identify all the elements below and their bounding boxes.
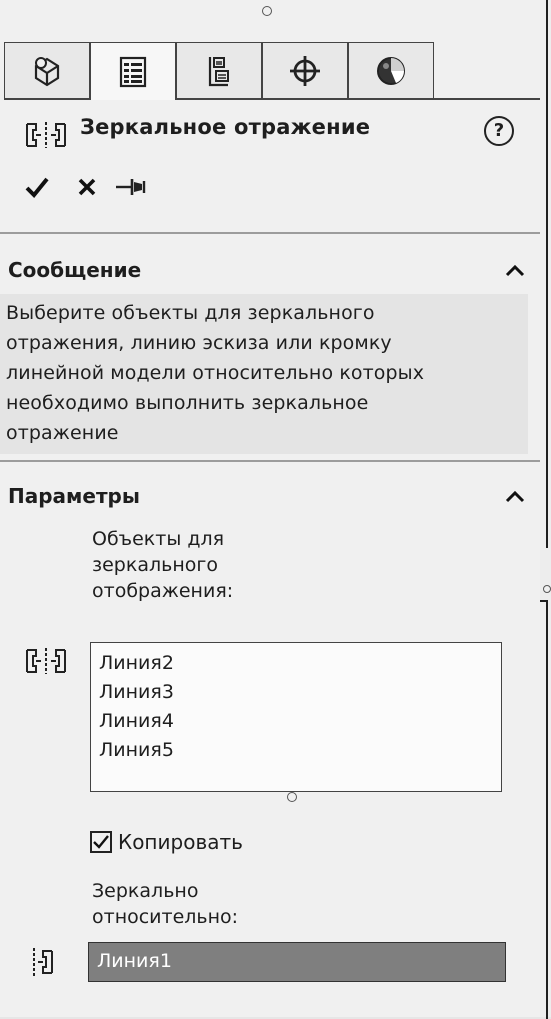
entities-label-line: зеркального [92, 554, 218, 576]
help-icon[interactable]: ? [484, 116, 514, 146]
tab-property-manager[interactable] [90, 42, 176, 100]
property-manager-panel: Зеркальное отражение ? Сообщение Выберит… [0, 0, 540, 1017]
mirror-about-label-line: относительно: [92, 906, 239, 928]
ok-checkmark-icon [25, 177, 49, 198]
configuration-manager-icon [208, 56, 229, 86]
list-item[interactable]: Линия5 [99, 736, 493, 765]
mirror-entities-icon [26, 122, 66, 148]
tab-feature-manager[interactable] [4, 42, 90, 98]
message-line: линейной модели относительно которых [6, 362, 425, 384]
chevron-up-icon[interactable] [504, 260, 526, 282]
list-item[interactable]: Линия2 [99, 649, 493, 678]
divider [0, 460, 540, 462]
tab-configuration-manager[interactable] [176, 42, 262, 98]
entities-label-line: отображения: [92, 580, 234, 602]
graphics-area-edge [540, 0, 551, 1019]
mirror-line-icon [33, 948, 53, 976]
message-line: отражение [6, 422, 119, 444]
panel-resize-handle[interactable] [262, 6, 272, 16]
cancel-button[interactable] [70, 170, 104, 204]
copy-label: Копировать [118, 830, 243, 854]
message-line: необходимо выполнить зеркальное [6, 392, 369, 414]
entities-label-line: Объекты для [92, 528, 225, 550]
message-section-header[interactable]: Сообщение [0, 252, 540, 292]
message-text: Выберите объекты для зеркального отражен… [0, 294, 528, 454]
dimxpert-manager-icon [290, 55, 320, 86]
mirror-about-field[interactable]: Линия1 [88, 942, 506, 982]
mirror-about-label-line: Зеркально [92, 880, 199, 902]
copy-option[interactable]: Копировать [90, 827, 243, 857]
property-manager-icon [119, 56, 147, 87]
frame-border [540, 0, 548, 548]
splitter-handle[interactable] [543, 585, 551, 593]
params-section-header[interactable]: Параметры [0, 478, 540, 518]
mirror-about-label: Зеркально относительно: [92, 878, 238, 930]
message-line: отражения, линию эскиза или кромку [6, 332, 392, 354]
list-item[interactable]: Линия3 [99, 678, 493, 707]
tab-dimxpert-manager[interactable] [262, 42, 348, 98]
manager-tabs [4, 42, 540, 100]
frame-border [540, 600, 548, 1019]
entities-label: Объекты для зеркального отображения: [92, 526, 233, 604]
ok-button[interactable] [20, 170, 54, 204]
entities-listbox[interactable]: Линия2 Линия3 Линия4 Линия5 [90, 642, 502, 792]
display-manager-icon [377, 56, 405, 85]
params-section-title: Параметры [8, 484, 140, 508]
checkmark-icon [93, 835, 109, 849]
copy-checkbox[interactable] [90, 831, 112, 853]
message-section-title: Сообщение [8, 258, 142, 282]
listbox-resize-handle[interactable] [287, 792, 297, 802]
feature-manager-icon [34, 56, 60, 86]
mirror-entities-icon [26, 648, 66, 674]
tab-display-manager[interactable] [348, 42, 434, 98]
keep-visible-button[interactable] [114, 170, 148, 204]
chevron-up-icon[interactable] [504, 486, 526, 508]
divider [0, 232, 540, 234]
message-line: Выберите объекты для зеркального [6, 302, 375, 324]
cancel-x-icon [78, 178, 96, 196]
pushpin-icon [116, 179, 146, 195]
list-item[interactable]: Линия4 [99, 707, 493, 736]
page-title: Зеркальное отражение [80, 115, 371, 139]
